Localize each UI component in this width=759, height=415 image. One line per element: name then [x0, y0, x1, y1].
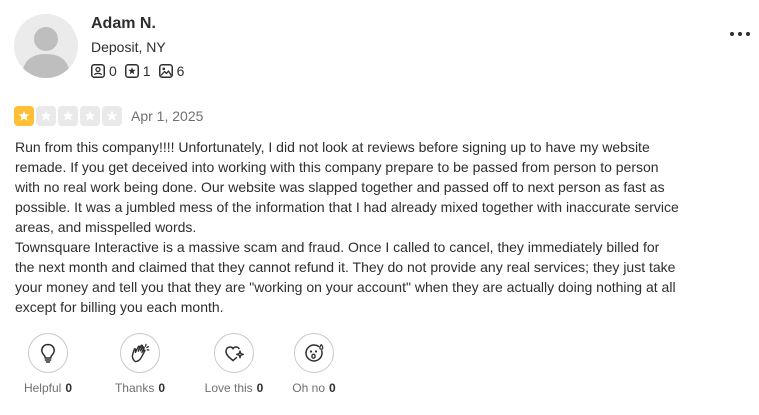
reaction-love-this[interactable]: Love this 0	[188, 333, 280, 396]
friends-stat: 0	[91, 63, 117, 79]
avatar[interactable]	[14, 14, 78, 78]
star-2	[36, 106, 56, 126]
friends-icon	[91, 64, 105, 78]
reviewer-stats: 0 1 6	[91, 62, 192, 80]
thanks-count: 0	[158, 381, 166, 395]
review-date: Apr 1, 2025	[131, 108, 204, 124]
reviewer-location: Deposit, NY	[91, 39, 166, 55]
helpful-count: 0	[65, 381, 73, 395]
love-this-count: 0	[256, 381, 264, 395]
reaction-oh-no[interactable]: Oh no 0	[280, 333, 348, 396]
star-icon	[62, 110, 74, 121]
star-icon	[40, 110, 52, 121]
surprised-face-icon	[305, 344, 324, 362]
oh-no-count: 0	[329, 381, 336, 395]
clapping-hands-icon	[131, 343, 150, 363]
more-dots-icon	[730, 32, 750, 36]
star-icon	[18, 110, 30, 121]
review-paragraph: Townsquare Interactive is a massive scam…	[15, 239, 676, 315]
review-star-icon	[124, 64, 139, 78]
friends-count: 0	[109, 63, 117, 79]
star-icon	[106, 110, 118, 121]
reviews-stat: 1	[124, 63, 151, 79]
reaction-thanks[interactable]: Thanks 0	[94, 333, 186, 396]
star-3	[58, 106, 78, 126]
review-body: Run from this company!!!! Unfortunately,…	[15, 137, 680, 317]
thanks-label: Thanks 0	[114, 381, 166, 395]
reviewer-name[interactable]: Adam N.	[91, 14, 156, 34]
more-options-button[interactable]	[726, 24, 754, 44]
star-rating: Apr 1, 2025	[14, 106, 203, 126]
review-paragraph: Run from this company!!!! Unfortunately,…	[15, 139, 679, 235]
star-4	[80, 106, 100, 126]
star-icon	[84, 110, 96, 121]
reviews-count: 1	[142, 63, 151, 79]
photos-stat: 6	[158, 63, 185, 79]
oh-no-button[interactable]	[294, 333, 334, 373]
love-this-button[interactable]	[214, 333, 254, 373]
helpful-label: Helpful 0	[23, 381, 73, 395]
thanks-button[interactable]	[120, 333, 160, 373]
reaction-helpful[interactable]: Helpful 0	[14, 333, 82, 396]
star-1	[14, 106, 34, 126]
photo-icon	[158, 64, 173, 78]
helpful-button[interactable]	[28, 333, 68, 373]
star-5	[102, 106, 122, 126]
love-this-label: Love this 0	[204, 381, 264, 395]
user-silhouette-icon	[22, 27, 70, 78]
photos-count: 6	[176, 63, 185, 79]
oh-no-label: Oh no 0	[292, 381, 336, 395]
heart-sparkle-icon	[225, 346, 245, 362]
reaction-bar: Helpful 0 Thanks 0 Love this 0 Oh no 0	[14, 333, 348, 396]
lightbulb-icon	[41, 343, 55, 363]
